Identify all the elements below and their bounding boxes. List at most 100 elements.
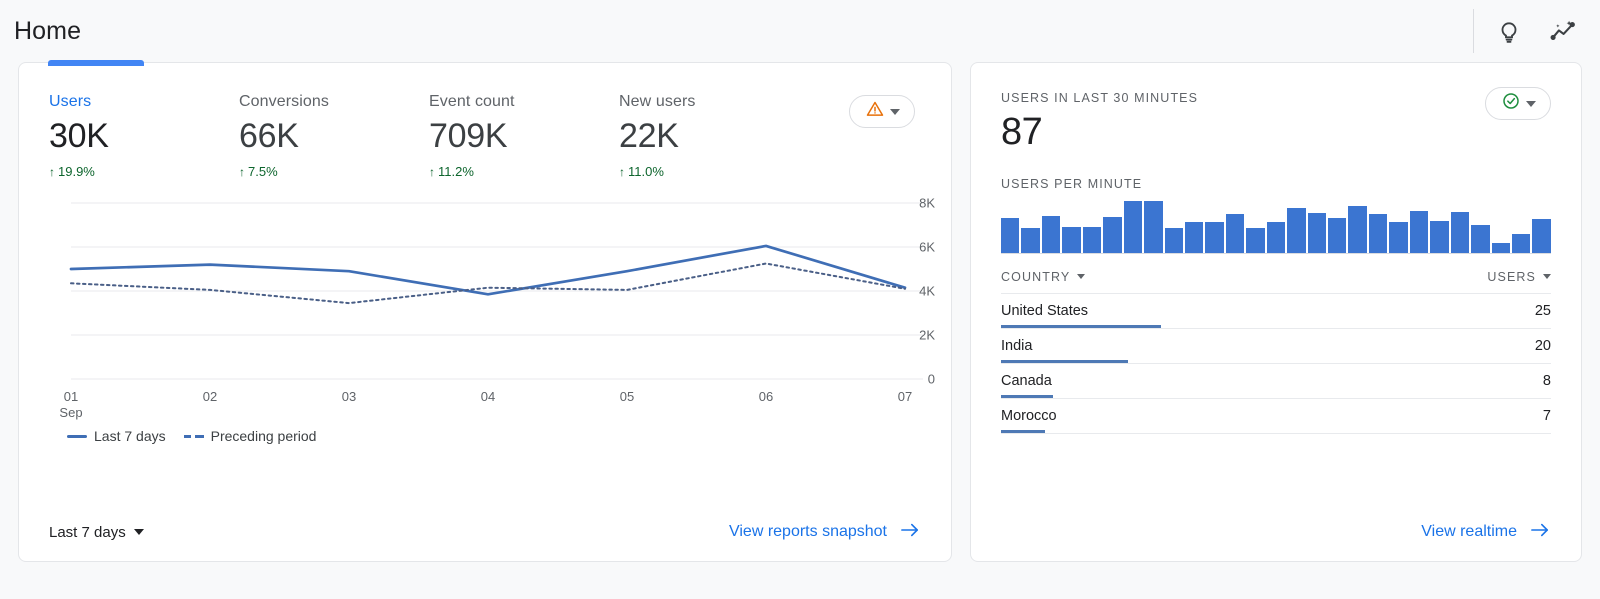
country-table-header: COUNTRY USERS — [971, 254, 1581, 293]
sparkline-bar — [1369, 214, 1387, 252]
x-axis-tick-label: 04 — [481, 389, 495, 405]
sparkline-bar — [1430, 221, 1448, 253]
metric-value: 30K — [49, 118, 239, 155]
arrow-right-icon — [1529, 521, 1551, 544]
metric-delta: ↑ 7.5% — [239, 164, 429, 179]
y-axis-tick-label: 6K — [919, 240, 935, 255]
metric-delta: ↑ 19.9% — [49, 164, 239, 179]
toolbar-divider — [1473, 9, 1474, 53]
metric-value: 709K — [429, 118, 619, 155]
x-axis-tick-label: 05 — [620, 389, 634, 405]
sparkline-bar — [1144, 201, 1162, 253]
row-users-value: 20 — [1535, 338, 1551, 354]
realtime-status-badge[interactable] — [1485, 87, 1551, 120]
sparkline-bar — [1185, 222, 1203, 253]
row-users-value: 7 — [1543, 408, 1551, 424]
sparkline-bar — [1328, 218, 1346, 253]
metric-delta: ↑ 11.0% — [619, 164, 809, 179]
date-range-selector[interactable]: Last 7 days — [49, 524, 144, 541]
x-axis-tick-label: 06 — [759, 389, 773, 405]
row-country-name: Canada — [1001, 373, 1543, 389]
link-label: View reports snapshot — [729, 523, 887, 541]
y-axis-tick-label: 4K — [919, 284, 935, 299]
column-label: COUNTRY — [1001, 270, 1070, 284]
arrow-up-icon: ↑ — [619, 166, 625, 178]
users-per-minute-sparkline — [971, 191, 1581, 253]
sparkline-bar — [1471, 225, 1489, 252]
table-row[interactable]: Morocco7 — [1001, 398, 1551, 433]
metric-value: 66K — [239, 118, 429, 155]
data-quality-warning-badge[interactable] — [849, 95, 915, 128]
y-axis-tick-label: 8K — [919, 196, 935, 211]
chart-y-axis: 8K6K4K2K0 — [891, 187, 935, 387]
metric-delta: ↑ 11.2% — [429, 164, 619, 179]
sparkline-bar — [1308, 213, 1326, 253]
x-axis-tick-label: 03 — [342, 389, 356, 405]
chevron-down-icon — [890, 109, 900, 115]
column-label: USERS — [1487, 270, 1536, 284]
sparkline-bar — [1287, 208, 1305, 253]
view-realtime-link[interactable]: View realtime — [1421, 521, 1551, 544]
sparkline-bar — [1532, 219, 1550, 252]
sparkline-bar — [1021, 228, 1039, 253]
reports-overview-card: Users 30K ↑ 19.9% Conversions 66K ↑ 7.5%… — [18, 62, 952, 562]
metric-delta-value: 7.5% — [248, 164, 278, 179]
realtime-card-footer: View realtime — [971, 503, 1581, 561]
check-circle-icon — [1501, 91, 1521, 116]
cards-row: Users 30K ↑ 19.9% Conversions 66K ↑ 7.5%… — [0, 62, 1600, 562]
metric-label: Users — [49, 93, 239, 111]
sparkline-bar — [1001, 218, 1019, 253]
x-axis-tick-label: 02 — [203, 389, 217, 405]
overview-card-footer: Last 7 days View reports snapshot — [19, 503, 951, 561]
insights-lightbulb-icon[interactable] — [1494, 16, 1524, 46]
x-axis-tick-label: 01Sep — [59, 389, 82, 421]
metric-delta-value: 11.0% — [628, 164, 664, 179]
sparkline-bar — [1348, 206, 1366, 253]
realtime-caption: USERS IN LAST 30 MINUTES — [1001, 91, 1551, 105]
view-reports-snapshot-link[interactable]: View reports snapshot — [729, 521, 921, 544]
page-title: Home — [14, 17, 81, 46]
sparkline-bar — [1492, 243, 1510, 253]
metric-conversions[interactable]: Conversions 66K ↑ 7.5% — [239, 93, 429, 179]
metric-label: Event count — [429, 93, 619, 111]
sparkline-bar — [1062, 227, 1080, 253]
users-over-time-chart: 8K6K4K2K0 01Sep020304050607 — [19, 187, 951, 412]
table-row[interactable]: United States25 — [1001, 293, 1551, 328]
table-bottom-rule — [1001, 433, 1551, 434]
legend-dashed-swatch — [184, 435, 204, 438]
sparkline-bar — [1042, 216, 1060, 253]
metric-event-count[interactable]: Event count 709K ↑ 11.2% — [429, 93, 619, 179]
sparkline-bar — [1205, 222, 1223, 253]
x-axis-tick-label: 07 — [898, 389, 912, 405]
realtime-header: USERS IN LAST 30 MINUTES 87 — [971, 63, 1581, 155]
arrow-up-icon: ↑ — [429, 166, 435, 178]
legend-solid-swatch — [67, 435, 87, 438]
metric-new-users[interactable]: New users 22K ↑ 11.0% — [619, 93, 809, 179]
chevron-down-icon — [1526, 101, 1536, 107]
date-range-label: Last 7 days — [49, 524, 126, 541]
metric-users[interactable]: Users 30K ↑ 19.9% — [49, 93, 239, 179]
sparkline-bar — [1246, 228, 1264, 253]
users-per-minute-caption: USERS PER MINUTE — [971, 155, 1581, 191]
chevron-down-icon — [134, 529, 144, 535]
row-country-name: United States — [1001, 303, 1535, 319]
row-users-value: 8 — [1543, 373, 1551, 389]
table-row[interactable]: Canada8 — [1001, 363, 1551, 398]
row-users-value: 25 — [1535, 303, 1551, 319]
metrics-row: Users 30K ↑ 19.9% Conversions 66K ↑ 7.5%… — [19, 63, 951, 179]
column-header-country[interactable]: COUNTRY — [1001, 270, 1487, 284]
sparkline-bar — [1389, 222, 1407, 253]
country-table-rows: United States25India20Canada8Morocco7 — [971, 293, 1581, 434]
line-chart-svg — [19, 187, 953, 392]
top-bar: Home — [0, 0, 1600, 62]
chevron-down-icon — [1543, 274, 1551, 279]
column-header-users[interactable]: USERS — [1487, 270, 1551, 284]
analytics-trend-icon[interactable] — [1548, 16, 1578, 46]
table-row[interactable]: India20 — [1001, 328, 1551, 363]
row-country-name: India — [1001, 338, 1535, 354]
warning-triangle-icon — [865, 99, 885, 124]
metric-label: New users — [619, 93, 809, 111]
sparkline-bar — [1451, 212, 1469, 253]
sparkline-bar — [1165, 228, 1183, 253]
metric-delta-value: 19.9% — [58, 164, 95, 179]
